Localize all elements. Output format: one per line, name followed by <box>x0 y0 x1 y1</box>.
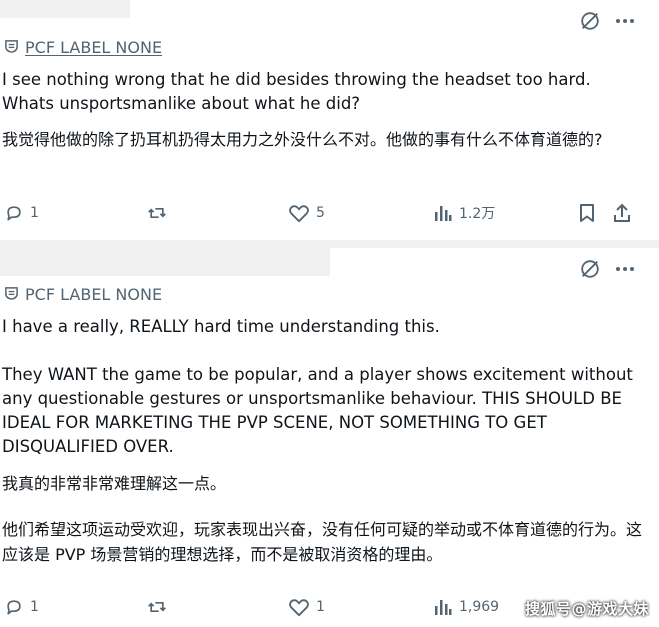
reply-post-1[interactable]: PCF LABEL NONE I see nothing wrong that … <box>0 0 659 240</box>
reply-icon <box>4 203 24 223</box>
views-button[interactable]: 1,969 <box>433 592 499 622</box>
action-bar: 1 5 1.2万 <box>0 198 659 228</box>
like-button[interactable]: 1 <box>288 592 325 622</box>
views-count: 1,969 <box>459 599 500 615</box>
reply-button[interactable]: 1 <box>4 198 39 228</box>
repost-button[interactable] <box>146 198 168 228</box>
label-text[interactable]: PCF LABEL NONE <box>25 38 162 57</box>
more-icon[interactable] <box>615 18 635 24</box>
views-button[interactable]: 1.2万 <box>433 198 495 228</box>
post-divider <box>0 240 659 248</box>
views-icon <box>433 203 453 223</box>
repost-icon <box>146 597 168 617</box>
automated-label[interactable]: PCF LABEL NONE <box>4 285 162 304</box>
share-button[interactable] <box>612 198 632 228</box>
like-icon <box>288 203 310 223</box>
views-count: 1.2万 <box>459 206 496 222</box>
redacted-author <box>0 0 130 18</box>
label-text[interactable]: PCF LABEL NONE <box>25 285 162 304</box>
reply-button[interactable]: 1 <box>4 592 39 622</box>
repost-button[interactable] <box>146 592 168 622</box>
repost-icon <box>146 203 168 223</box>
more-icon[interactable] <box>615 266 635 272</box>
post-text-zh-1: 我真的非常非常难理解这一点。 <box>2 474 227 493</box>
like-icon <box>288 597 310 617</box>
views-icon <box>433 597 453 617</box>
reply-count: 1 <box>30 205 39 221</box>
grok-icon[interactable] <box>579 258 601 280</box>
post-text-en-1: I have a really, REALLY hard time unders… <box>2 317 440 336</box>
reply-post-2[interactable]: PCF LABEL NONE I have a really, REALLY h… <box>0 248 659 627</box>
post-text-zh-2: 他们希望这项运动受欢迎，玩家表现出兴奋，没有任何可疑的举动或不体育道德的行为。这… <box>2 520 643 564</box>
automated-label[interactable]: PCF LABEL NONE <box>4 38 162 57</box>
grok-icon[interactable] <box>579 10 601 32</box>
like-count: 5 <box>316 205 325 221</box>
bookmark-icon <box>578 203 596 223</box>
reply-icon <box>4 597 24 617</box>
post-top-icons <box>579 258 635 280</box>
reply-count: 1 <box>30 599 39 615</box>
redacted-author <box>0 248 330 276</box>
label-icon <box>4 38 19 57</box>
share-icon <box>612 203 632 223</box>
post-text-zh: 我觉得他做的除了扔耳机扔得太用力之外没什么不对。他做的事有什么不体育道德的? <box>2 130 603 149</box>
post-top-icons <box>579 10 635 32</box>
like-count: 1 <box>316 599 325 615</box>
watermark: 搜狐号@游戏大妹 <box>524 600 649 618</box>
label-icon <box>4 285 19 304</box>
like-button[interactable]: 5 <box>288 198 325 228</box>
post-text-en-2: They WANT the game to be popular, and a … <box>2 365 639 456</box>
bookmark-button[interactable] <box>578 198 596 228</box>
post-text-en: I see nothing wrong that he did besides … <box>2 70 591 113</box>
